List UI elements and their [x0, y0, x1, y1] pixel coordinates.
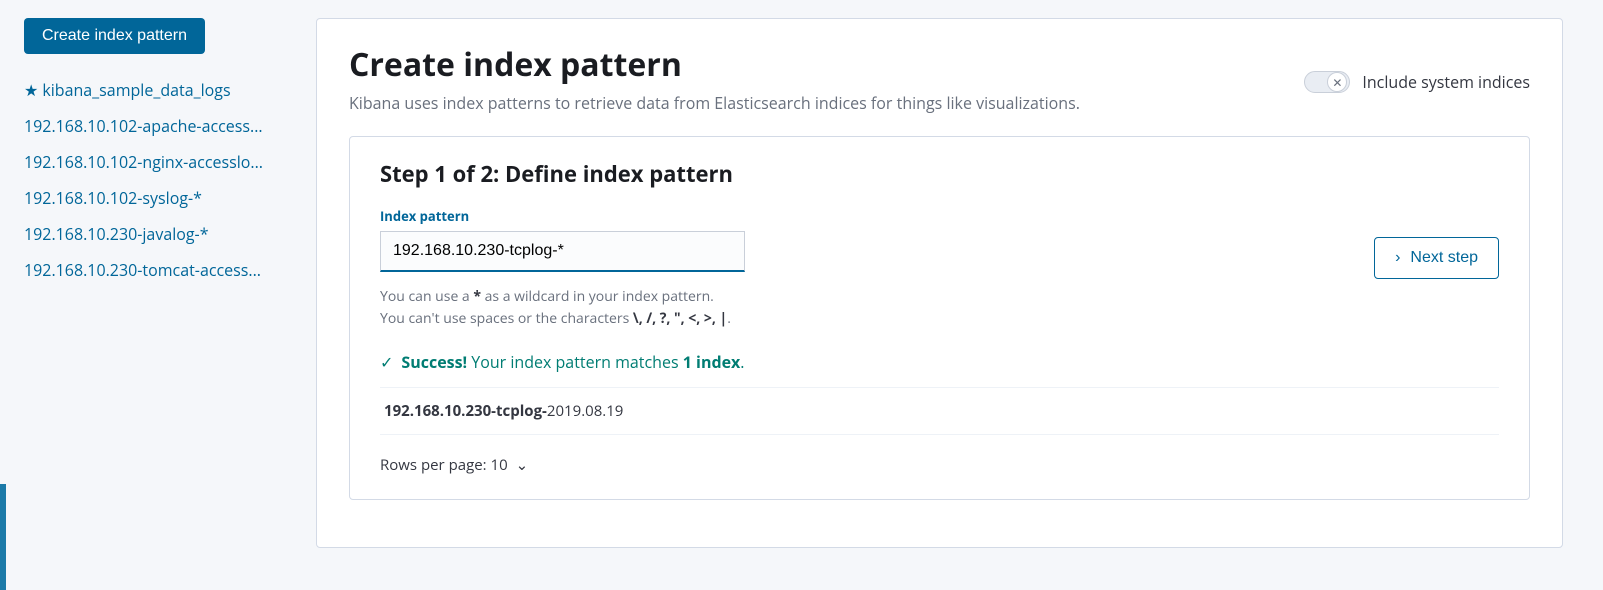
match-item-tail: 2019.08.19 [547, 401, 624, 421]
page-description: Kibana uses index patterns to retrieve d… [349, 92, 1080, 114]
help-text: You can use a * as a wildcard in your in… [380, 286, 745, 331]
help-text-bold: * [473, 287, 481, 306]
sidebar-item-label: kibana_sample_data_logs [42, 79, 230, 101]
help-text-span: as a wildcard in your index pattern. [481, 287, 714, 306]
index-pattern-list: ★ kibana_sample_data_logs 192.168.10.102… [24, 72, 290, 288]
create-index-pattern-button[interactable]: Create index pattern [24, 18, 205, 54]
index-pattern-field-label: Index pattern [380, 207, 1499, 225]
chevron-down-icon: ⌄ [516, 455, 529, 475]
sidebar-item-label: 192.168.10.230-tomcat-access... [24, 259, 261, 281]
sidebar-item[interactable]: 192.168.10.102-syslog-* [24, 180, 290, 216]
rows-per-page-selector[interactable]: Rows per page: 10 ⌄ [380, 435, 1499, 475]
check-icon: ✓ [380, 351, 393, 373]
star-icon: ★ [24, 79, 38, 101]
help-text-span: . [727, 309, 731, 328]
step-title: Step 1 of 2: Define index pattern [380, 159, 1499, 189]
index-pattern-input[interactable] [380, 231, 745, 272]
sidebar-item-label: 192.168.10.102-nginx-accesslo... [24, 151, 263, 173]
main-content: Create index pattern Kibana uses index p… [306, 0, 1603, 590]
close-icon: ✕ [1327, 72, 1347, 92]
chevron-right-icon: › [1395, 249, 1400, 267]
sidebar-item[interactable]: 192.168.10.102-apache-access... [24, 108, 290, 144]
sidebar-item-label: 192.168.10.102-apache-access... [24, 115, 263, 137]
sidebar-item[interactable]: 192.168.10.230-tomcat-access... [24, 252, 290, 288]
step-panel: Step 1 of 2: Define index pattern Index … [349, 136, 1530, 500]
sidebar-item[interactable]: 192.168.10.230-javalog-* [24, 216, 290, 252]
help-text-bold: \, /, ?, ", <, >, | [633, 309, 727, 328]
include-system-indices-toggle[interactable]: ✕ [1304, 71, 1350, 93]
help-text-span: You can't use spaces or the characters [380, 309, 633, 328]
next-step-label: Next step [1410, 249, 1478, 267]
success-text: Your index pattern matches [467, 351, 683, 373]
sidebar-item-label: 192.168.10.230-javalog-* [24, 223, 209, 245]
sidebar-item[interactable]: 192.168.10.102-nginx-accesslo... [24, 144, 290, 180]
match-list: 192.168.10.230-tcplog-2019.08.19 [380, 387, 1499, 435]
help-text-span: You can use a [380, 287, 473, 306]
toggle-label: Include system indices [1362, 71, 1530, 93]
content-panel: Create index pattern Kibana uses index p… [316, 18, 1563, 548]
success-message: ✓ Success! Your index pattern matches 1 … [380, 351, 1499, 373]
page-title: Create index pattern [349, 43, 1080, 86]
next-step-button[interactable]: › Next step [1374, 237, 1499, 279]
success-bold: Success! [401, 351, 467, 373]
match-item-bold: 192.168.10.230-tcplog- [384, 401, 547, 421]
sidebar-item-kibana-sample[interactable]: ★ kibana_sample_data_logs [24, 72, 290, 108]
sidebar-item-label: 192.168.10.102-syslog-* [24, 187, 202, 209]
page-header: Create index pattern Kibana uses index p… [349, 43, 1530, 114]
rows-per-page-label: Rows per page: 10 [380, 455, 508, 475]
success-count: 1 index [683, 351, 741, 373]
include-system-indices-group: ✕ Include system indices [1304, 43, 1530, 93]
match-item: 192.168.10.230-tcplog-2019.08.19 [380, 388, 1499, 435]
sidebar: Create index pattern ★ kibana_sample_dat… [6, 0, 306, 590]
success-text: . [740, 351, 744, 373]
